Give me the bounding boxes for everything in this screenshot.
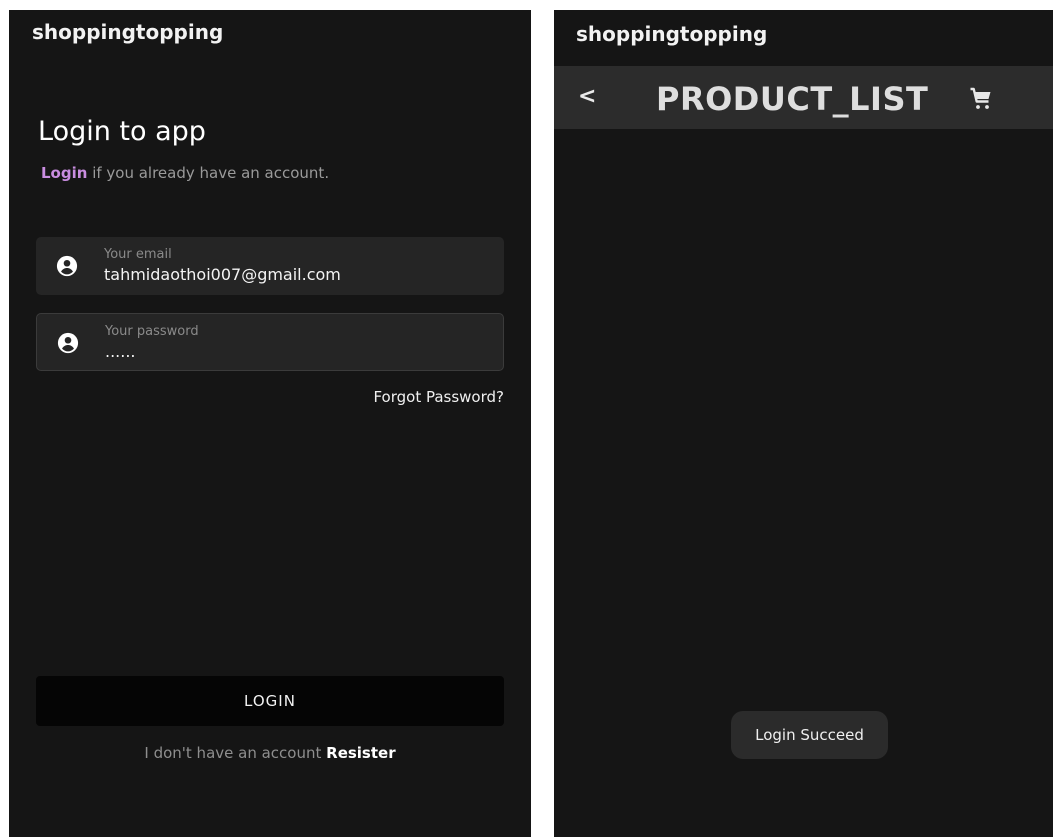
- toast-message: Login Succeed: [731, 711, 888, 759]
- login-screen: shoppingtopping Login to app Login if yo…: [9, 10, 531, 837]
- app-bar: < PRODUCT_LIST: [554, 66, 1053, 129]
- cart-icon[interactable]: [969, 87, 993, 111]
- subtitle-text: if you already have an account.: [87, 164, 330, 182]
- product-list-screen: shoppingtopping < PRODUCT_LIST Login Suc…: [554, 10, 1053, 837]
- page-title: Login to app: [38, 116, 206, 147]
- register-prompt: I don't have an account Resister: [9, 744, 531, 762]
- register-link[interactable]: Resister: [326, 744, 395, 762]
- back-button[interactable]: <: [578, 84, 596, 109]
- account-circle-icon: [57, 332, 79, 354]
- app-title: shoppingtopping: [576, 22, 768, 46]
- password-value: ......: [105, 342, 136, 361]
- email-value: tahmidaothoi007@gmail.com: [104, 265, 341, 284]
- login-button[interactable]: LOGIN: [36, 676, 504, 726]
- account-circle-icon: [56, 255, 78, 277]
- password-field[interactable]: Your password ......: [36, 313, 504, 371]
- register-prompt-text: I don't have an account: [144, 744, 327, 762]
- email-field[interactable]: Your email tahmidaothoi007@gmail.com: [36, 237, 504, 295]
- password-label: Your password: [105, 324, 199, 339]
- login-link[interactable]: Login: [41, 164, 87, 182]
- forgot-password-link[interactable]: Forgot Password?: [373, 388, 504, 406]
- email-label: Your email: [104, 247, 172, 262]
- login-subtitle: Login if you already have an account.: [41, 164, 329, 182]
- app-title: shoppingtopping: [32, 20, 224, 44]
- page-title: PRODUCT_LIST: [656, 80, 929, 118]
